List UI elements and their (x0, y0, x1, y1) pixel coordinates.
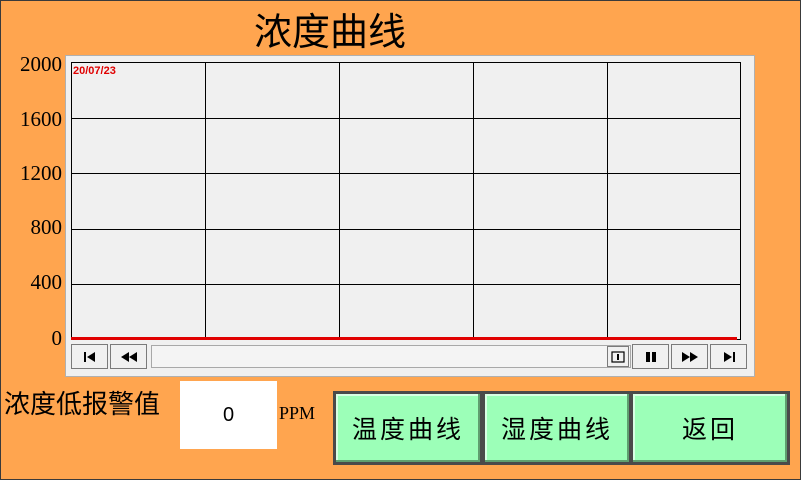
chart-toolbar (71, 344, 748, 370)
page-title: 浓度曲线 (253, 10, 406, 54)
pause-button[interactable] (632, 344, 669, 369)
y-tick-label: 400 (30, 270, 63, 294)
y-tick-label: 2000 (20, 52, 62, 76)
rewind-button[interactable] (110, 344, 147, 369)
plot-border (71, 62, 741, 340)
last-button[interactable] (710, 344, 747, 369)
first-button[interactable] (71, 344, 108, 369)
rewind-icon (120, 351, 137, 362)
date-label: 20/07/23 (73, 65, 116, 77)
alarm-threshold-input[interactable]: 0 (180, 381, 277, 449)
zoom-button[interactable] (607, 346, 629, 367)
y-tick-label: 1600 (20, 107, 62, 131)
fast-forward-button[interactable] (671, 344, 708, 369)
alarm-threshold-label: 浓度低报警值 (4, 390, 161, 420)
trend-plot (71, 62, 741, 340)
first-icon (83, 351, 95, 362)
time-scrollbar[interactable] (151, 345, 631, 368)
pause-icon (645, 351, 656, 362)
temperature-curve-button[interactable]: 温度曲线 (333, 391, 483, 465)
zoom-icon (611, 350, 625, 363)
y-tick-label: 800 (30, 215, 63, 239)
y-tick-label: 1200 (20, 161, 62, 185)
unit-label: PPM (279, 403, 316, 423)
y-tick-label: 0 (51, 326, 63, 350)
last-icon (723, 351, 735, 362)
fast-forward-icon (681, 351, 698, 362)
humidity-curve-button[interactable]: 湿度曲线 (482, 391, 632, 465)
back-button[interactable]: 返回 (630, 391, 790, 465)
